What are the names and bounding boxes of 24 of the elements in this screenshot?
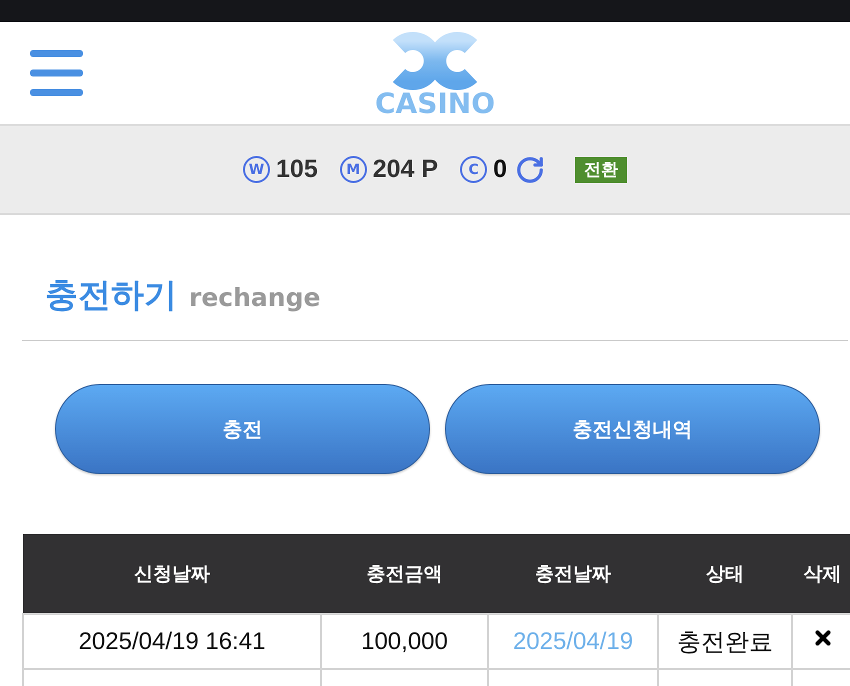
menu-icon xyxy=(30,50,83,96)
table-cell: 100,000 xyxy=(321,614,488,669)
balance-amount: 105 xyxy=(276,155,318,184)
balance-amount: 204 P xyxy=(372,155,438,184)
date-link[interactable]: 2025/04/19 xyxy=(488,614,658,669)
column-header: 충전금액 xyxy=(321,534,488,614)
currency-symbol: M xyxy=(340,156,367,183)
currency-symbol: C xyxy=(460,156,488,183)
table-cell: 2025/04/19 16:41 xyxy=(23,614,321,669)
table-cell: 충전완료 xyxy=(658,614,792,669)
page-title: 충전하기 xyxy=(45,274,177,316)
column-header: 상태 xyxy=(658,534,792,614)
action-button[interactable]: 충전신청내역 xyxy=(445,384,820,474)
currency-symbol: W xyxy=(243,156,270,183)
refresh-icon[interactable] xyxy=(514,154,545,184)
logo-text: CASINO xyxy=(374,90,496,118)
menu-button[interactable] xyxy=(30,50,83,96)
action-button[interactable]: 충전 xyxy=(55,384,430,474)
balance-amount: 0 xyxy=(493,155,507,184)
column-header: 충전날짜 xyxy=(488,534,658,614)
page-subtitle: rechange xyxy=(189,283,320,312)
convert-button[interactable]: 전환 xyxy=(574,156,627,182)
column-header: 삭제 xyxy=(792,534,850,614)
column-header: 신청날짜 xyxy=(23,534,321,614)
